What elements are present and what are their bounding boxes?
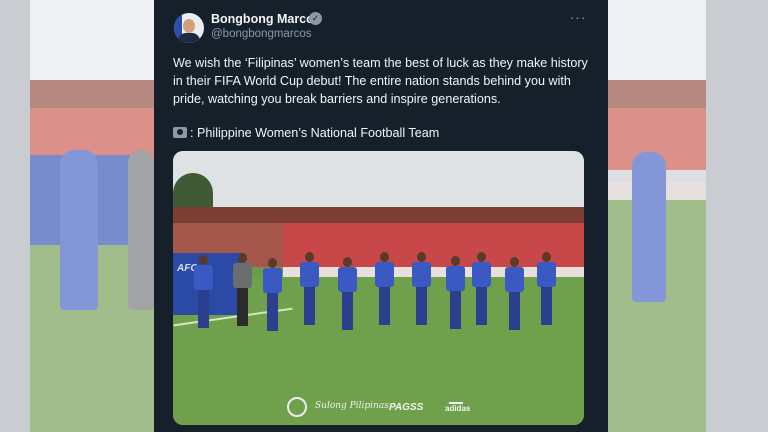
seal-logo: [287, 397, 307, 417]
display-name[interactable]: Bongbong Marcos: [211, 12, 321, 26]
photo-credit-text: : Philippine Women’s National Football T…: [190, 126, 440, 140]
tweet-photo[interactable]: AFC Sulong Pilipinas PAGSS adidas: [173, 151, 584, 425]
avatar[interactable]: [174, 13, 204, 43]
background-photo-right: [608, 0, 706, 432]
adidas-logo: adidas: [445, 404, 471, 413]
tweet-card: Bongbong Marcos ✓ @bongbongmarcos ··· We…: [154, 0, 608, 432]
background-photo-left: [30, 0, 154, 432]
verified-badge-icon: ✓: [309, 12, 322, 25]
sponsor-logos: Sulong Pilipinas PAGSS adidas: [287, 395, 477, 419]
pags-logo: PAGSS: [389, 402, 424, 413]
signature-logo: Sulong Pilipinas: [315, 401, 389, 411]
tweet-text: We wish the ‘Filipinas’ women’s team the…: [173, 56, 588, 106]
more-options-icon[interactable]: ···: [568, 10, 588, 26]
photo-credit: : Philippine Women’s National Football T…: [173, 124, 439, 142]
camera-icon: [173, 127, 187, 138]
handle[interactable]: @bongbongmarcos: [211, 28, 312, 40]
adidas-logo-icon: [449, 395, 463, 404]
